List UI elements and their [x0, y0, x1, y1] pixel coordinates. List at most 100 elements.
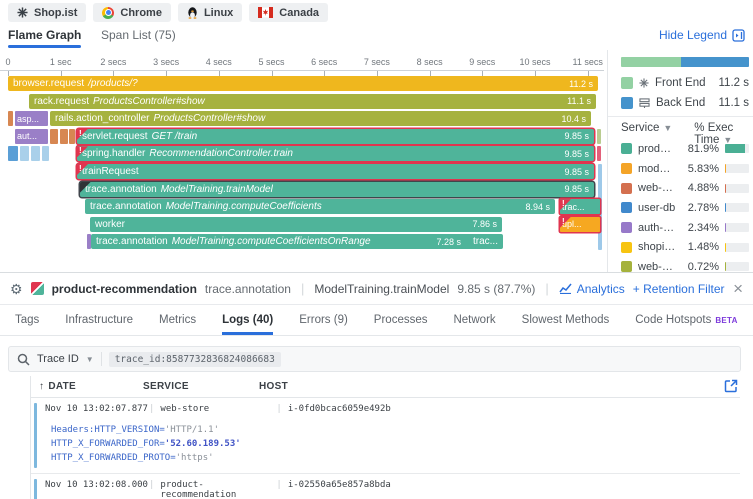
span-name: servlet.request — [82, 131, 148, 142]
browser-icon — [639, 78, 649, 88]
detail-tab-slowest-methods[interactable]: Slowest Methods — [522, 305, 610, 335]
axis-tick-label: 5 secs — [258, 57, 284, 67]
flame-span[interactable]: trace.annotationModelTraining.computeCoe… — [85, 199, 555, 214]
service-row[interactable]: web-store-mon...4.88% — [621, 178, 749, 198]
flame-span[interactable]: !servlet.requestGET /train9.85 s — [77, 129, 594, 144]
span-overflow-label: trac... — [473, 236, 498, 247]
flame-span[interactable] — [69, 129, 75, 144]
axis-tick-label: 11 secs — [573, 57, 603, 67]
tag-canada[interactable]: Canada — [249, 3, 328, 22]
service-exec-bar — [725, 203, 749, 212]
detail-tab-tags[interactable]: Tags — [15, 305, 39, 335]
service-exec-bar — [725, 243, 749, 252]
axis-line — [0, 70, 604, 71]
shopist-icon — [17, 7, 28, 18]
service-row[interactable]: web-store0.72% — [621, 257, 749, 272]
log-entry[interactable]: Nov 10 13:02:07.877|web-store|i-0fd0bcac… — [31, 398, 740, 473]
flame-span[interactable]: asp... — [15, 111, 48, 126]
service-color-icon — [31, 282, 44, 295]
date-column-header[interactable]: ↑DATE — [39, 381, 143, 392]
flame-span[interactable]: trace.annotationModelTraining.trainModel… — [80, 182, 594, 197]
analytics-chart-icon — [559, 283, 572, 294]
close-icon[interactable]: × — [733, 280, 743, 297]
service-exec-bar — [725, 262, 749, 271]
flame-span[interactable]: rack.requestProductsController#show11.1 … — [29, 94, 596, 109]
service-row[interactable]: auth-dotnet2.34% — [621, 218, 749, 238]
span-name: rails.action_controller — [55, 113, 150, 124]
tag-linux[interactable]: Linux — [178, 3, 242, 22]
hide-legend-link[interactable]: Hide Legend — [659, 28, 745, 42]
flame-span[interactable] — [597, 129, 601, 144]
span-detail-header: ⚙ product-recommendation trace.annotatio… — [0, 273, 753, 305]
service-swatch — [621, 242, 632, 253]
service-name: user-db — [638, 202, 676, 214]
analytics-link[interactable]: Analytics — [559, 282, 625, 296]
detail-tab-processes[interactable]: Processes — [374, 305, 428, 335]
retention-filter-link[interactable]: + Retention Filter — [633, 282, 725, 296]
beta-badge: BETA — [715, 316, 737, 325]
log-entry[interactable]: Nov 10 13:02:08.000|product-recommendati… — [31, 473, 740, 499]
service-column-header-logs[interactable]: SERVICE — [143, 381, 259, 392]
flame-span[interactable]: trace.annotationModelTraining.computeCoe… — [91, 234, 503, 249]
service-row[interactable]: user-db 2.78% — [621, 198, 749, 218]
span-resource: ProductsController#show — [154, 113, 266, 124]
flame-span[interactable] — [597, 146, 601, 161]
span-resource: ModelTraining.computeCoefficientsOnRange — [172, 236, 371, 247]
log-host: i-02550a65e857a8bda — [288, 480, 740, 499]
open-in-log-explorer-icon[interactable] — [724, 379, 738, 393]
tag-linux-label: Linux — [204, 7, 233, 19]
service-exec-pct: 2.78% — [682, 202, 719, 214]
axis-tick-label: 1 sec — [50, 57, 72, 67]
detail-tab-logs-40-[interactable]: Logs (40) — [222, 305, 273, 335]
legend-front-end[interactable]: Front End 11.2 s — [621, 75, 749, 91]
span-name: worker — [95, 219, 125, 230]
span-resource: GET /train — [152, 131, 198, 142]
legend-back-end[interactable]: Back End 11.1 s — [621, 95, 749, 111]
detail-tab-code-hotspots[interactable]: Code HotspotsBETA — [635, 305, 737, 335]
search-field-selector[interactable]: Trace ID — [37, 353, 79, 365]
service-row[interactable]: shopist-web-ui1.48% — [621, 237, 749, 257]
flame-span[interactable]: rails.action_controller ProductsControlle… — [50, 111, 591, 126]
service-row[interactable]: product-recom...81.9% — [621, 139, 749, 159]
flame-span[interactable] — [31, 146, 40, 161]
flame-span[interactable] — [50, 129, 58, 144]
back-end-label: Back End — [656, 97, 713, 109]
service-name: auth-dotnet — [638, 222, 676, 234]
service-swatch — [621, 202, 632, 213]
flame-span[interactable]: !trainRequest9.85 s — [77, 164, 594, 179]
flame-span[interactable]: aut... — [15, 129, 48, 144]
log-search-bar[interactable]: Trace ID ▼ trace_id:8587732836824086683 — [8, 346, 741, 372]
front-end-swatch — [621, 77, 633, 89]
tab-span-list[interactable]: Span List (75) — [101, 28, 176, 42]
trace-id-token[interactable]: trace_id:8587732836824086683 — [109, 352, 281, 367]
flame-span[interactable] — [8, 146, 18, 161]
tag-chrome[interactable]: Chrome — [93, 3, 171, 22]
flame-span[interactable]: !trac... — [560, 199, 600, 214]
front-end-value: 11.2 s — [719, 77, 749, 89]
detail-span-type: trace.annotation — [205, 282, 291, 296]
service-exec-pct: 0.72% — [682, 261, 719, 272]
detail-tab-errors-9-[interactable]: Errors (9) — [299, 305, 348, 335]
detail-tab-infrastructure[interactable]: Infrastructure — [65, 305, 133, 335]
span-detail-panel: ⚙ product-recommendation trace.annotatio… — [0, 272, 753, 499]
flame-span[interactable]: !upl... — [560, 217, 600, 232]
service-swatch — [621, 222, 632, 233]
detail-tab-network[interactable]: Network — [453, 305, 495, 335]
host-column-header[interactable]: HOST — [259, 381, 740, 392]
front-end-label: Front End — [655, 77, 713, 89]
flame-span[interactable] — [42, 146, 49, 161]
detail-tab-metrics[interactable]: Metrics — [159, 305, 196, 335]
flame-span[interactable]: browser.request/products/?11.2 s — [8, 76, 598, 91]
log-table: ↑DATE SERVICE HOST Nov 10 13:02:07.877|w… — [30, 376, 740, 499]
span-resource: ModelTraining.trainModel — [161, 184, 273, 195]
tag-shopist[interactable]: Shop.ist — [8, 3, 86, 22]
tab-flame-graph[interactable]: Flame Graph — [8, 28, 81, 42]
flame-span[interactable]: !spring.handlerRecommendationController.… — [77, 146, 594, 161]
flame-span[interactable]: worker7.86 s — [90, 217, 502, 232]
span-settings-icon[interactable]: ⚙ — [10, 282, 23, 296]
flame-span[interactable] — [8, 111, 13, 126]
flame-span[interactable] — [20, 146, 29, 161]
service-row[interactable]: model-storage5.83% — [621, 159, 749, 179]
service-exec-bar — [725, 184, 749, 193]
flame-span[interactable] — [60, 129, 68, 144]
